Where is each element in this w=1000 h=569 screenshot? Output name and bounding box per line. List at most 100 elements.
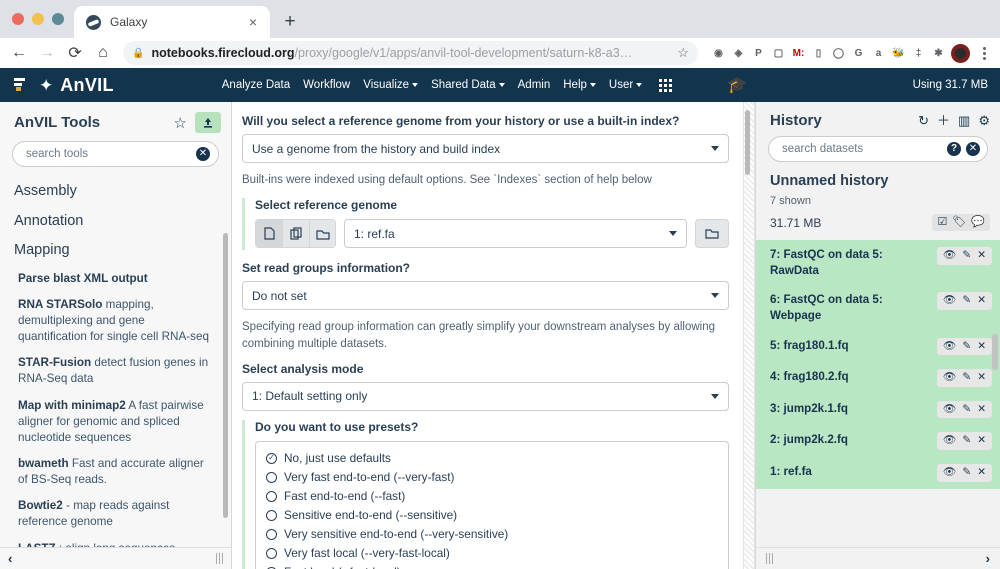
preset-option[interactable]: Very sensitive end-to-end (--very-sensit… bbox=[266, 525, 718, 544]
search-tools-input[interactable] bbox=[26, 148, 196, 160]
puzzle-ext-icon[interactable]: ✱ bbox=[929, 44, 948, 63]
multiple-datasets-icon[interactable] bbox=[282, 219, 309, 249]
tool-item[interactable]: STAR-Fusion detect fusion genes in RNA-S… bbox=[0, 350, 231, 392]
edit-icon[interactable]: ✎ bbox=[962, 434, 971, 448]
resize-grip[interactable] bbox=[766, 553, 773, 564]
reference-genome-select[interactable]: 1: ref.fa bbox=[344, 219, 687, 249]
globe-ext-icon[interactable]: ◉ bbox=[709, 44, 728, 63]
tool-panel-scrollbar[interactable] bbox=[223, 233, 228, 518]
bookmark-star-icon[interactable]: ☆ bbox=[677, 45, 689, 61]
select-items-icon[interactable]: ☑ bbox=[937, 217, 947, 228]
tool-item[interactable]: RNA STARSolo mapping, demultiplexing and… bbox=[0, 292, 231, 350]
pinterest-ext-icon[interactable]: P bbox=[749, 44, 768, 63]
tool-item[interactable]: bwameth Fast and accurate aligner of BS-… bbox=[0, 451, 231, 493]
address-bar[interactable]: 🔒 notebooks.firecloud.org/proxy/google/v… bbox=[123, 41, 698, 65]
drive-ext-icon[interactable]: ◈ bbox=[729, 44, 748, 63]
display-icon[interactable]: 👁 bbox=[943, 371, 956, 385]
search-help-icon[interactable]: ? bbox=[947, 142, 961, 156]
nav-analyze-data[interactable]: Analyze Data bbox=[222, 79, 290, 91]
edit-icon[interactable]: ✎ bbox=[962, 294, 971, 308]
history-item[interactable]: 7: FastQC on data 5: RawData 👁 ✎ ✕ bbox=[756, 240, 1000, 285]
chrome-menu-icon[interactable] bbox=[974, 46, 994, 60]
chat-ext-icon[interactable]: ▯ bbox=[809, 44, 828, 63]
nav-admin[interactable]: Admin bbox=[518, 79, 551, 91]
tool-section-assembly[interactable]: Assembly bbox=[0, 177, 231, 207]
delete-icon[interactable]: ✕ bbox=[977, 434, 986, 448]
tool-section-mapping[interactable]: Mapping bbox=[0, 236, 231, 266]
display-icon[interactable]: 👁 bbox=[943, 403, 956, 417]
preset-option[interactable]: Fast local (--fast-local) bbox=[266, 563, 718, 569]
pocket-ext-icon[interactable]: ▢ bbox=[769, 44, 788, 63]
search-datasets-input[interactable] bbox=[782, 143, 942, 155]
delete-icon[interactable]: ✕ bbox=[977, 340, 986, 354]
tool-item[interactable]: Bowtie2 - map reads against reference ge… bbox=[0, 493, 231, 535]
display-icon[interactable]: 👁 bbox=[943, 434, 956, 448]
back-button[interactable]: ← bbox=[6, 40, 32, 66]
maximize-window-button[interactable] bbox=[52, 13, 64, 25]
preset-option[interactable]: ✓ No, just use defaults bbox=[266, 449, 718, 468]
amazon-ext-icon[interactable]: a bbox=[869, 44, 888, 63]
favorites-star-icon[interactable]: ☆ bbox=[174, 114, 187, 132]
multiview-icon[interactable]: ▥ bbox=[958, 114, 970, 127]
clear-search-icon[interactable]: ✕ bbox=[966, 142, 980, 156]
nav-shared-data[interactable]: Shared Data bbox=[431, 79, 505, 91]
history-item[interactable]: 1: ref.fa 👁 ✎ ✕ bbox=[756, 457, 1000, 489]
collapse-tool-panel-icon[interactable]: ‹ bbox=[8, 551, 12, 566]
tool-search-box[interactable]: ✕ bbox=[12, 141, 219, 167]
tool-section-annotation[interactable]: Annotation bbox=[0, 207, 231, 237]
browse-datasets-icon[interactable] bbox=[695, 219, 729, 249]
history-item[interactable]: 3: jump2k.1.fq 👁 ✎ ✕ bbox=[756, 394, 1000, 426]
display-icon[interactable]: 👁 bbox=[943, 340, 956, 354]
delete-icon[interactable]: ✕ bbox=[977, 249, 986, 263]
preset-option[interactable]: Sensitive end-to-end (--sensitive) bbox=[266, 506, 718, 525]
edit-icon[interactable]: ✎ bbox=[962, 249, 971, 263]
history-item[interactable]: 6: FastQC on data 5: Webpage 👁 ✎ ✕ bbox=[756, 285, 1000, 330]
history-item[interactable]: 4: frag180.2.fq 👁 ✎ ✕ bbox=[756, 362, 1000, 394]
tool-item[interactable]: Map with minimap2 A fast pairwise aligne… bbox=[0, 393, 231, 451]
anvil-brand[interactable]: ✦ AnVIL bbox=[12, 75, 114, 96]
center-panel-scrollbar[interactable] bbox=[745, 110, 750, 175]
edit-icon[interactable]: ✎ bbox=[962, 466, 971, 480]
history-item[interactable]: 5: frag180.1.fq 👁 ✎ ✕ bbox=[756, 331, 1000, 363]
refresh-icon[interactable]: ↻ bbox=[918, 114, 929, 127]
upload-data-button[interactable] bbox=[195, 112, 221, 133]
preset-option[interactable]: Very fast end-to-end (--very-fast) bbox=[266, 468, 718, 487]
analysis-mode-select[interactable]: 1: Default setting only bbox=[242, 381, 729, 411]
clear-search-icon[interactable]: ✕ bbox=[196, 147, 210, 161]
history-item[interactable]: 2: jump2k.2.fq 👁 ✎ ✕ bbox=[756, 425, 1000, 457]
close-tab-icon[interactable]: × bbox=[244, 13, 262, 31]
reload-button[interactable]: ⟳ bbox=[62, 40, 88, 66]
mailto-ext-icon[interactable]: M: bbox=[789, 44, 808, 63]
annotation-icon[interactable]: 💬 bbox=[971, 217, 985, 228]
delete-icon[interactable]: ✕ bbox=[977, 403, 986, 417]
tool-item[interactable]: Parse blast XML output bbox=[0, 266, 231, 292]
minimize-window-button[interactable] bbox=[32, 13, 44, 25]
apps-grid-icon[interactable] bbox=[659, 78, 673, 92]
edit-icon[interactable]: ✎ bbox=[962, 340, 971, 354]
expand-history-icon[interactable]: › bbox=[986, 551, 990, 566]
delete-icon[interactable]: ✕ bbox=[977, 371, 986, 385]
home-button[interactable]: ⌂ bbox=[90, 40, 116, 66]
display-icon[interactable]: 👁 bbox=[943, 249, 956, 263]
nav-workflow[interactable]: Workflow bbox=[303, 79, 350, 91]
forward-button[interactable]: → bbox=[34, 40, 60, 66]
display-icon[interactable]: 👁 bbox=[943, 294, 956, 308]
preset-option[interactable]: Very fast local (--very-fast-local) bbox=[266, 544, 718, 563]
slack-ext-icon[interactable]: ‡ bbox=[909, 44, 928, 63]
create-history-icon[interactable]: ＋ bbox=[937, 114, 950, 127]
delete-icon[interactable]: ✕ bbox=[977, 294, 986, 308]
nav-user[interactable]: User bbox=[609, 79, 643, 91]
tool-item[interactable]: LASTZ : align long sequences bbox=[0, 536, 231, 547]
window-controls[interactable] bbox=[8, 0, 74, 38]
single-dataset-icon[interactable] bbox=[255, 219, 282, 249]
tags-icon[interactable]: 🏷 bbox=[952, 217, 966, 228]
new-tab-button[interactable]: + bbox=[276, 8, 304, 36]
read-groups-select[interactable]: Do not set bbox=[242, 281, 729, 311]
history-search-box[interactable]: ? ✕ bbox=[768, 136, 988, 162]
nav-help[interactable]: Help bbox=[563, 79, 596, 91]
resize-grip[interactable] bbox=[216, 553, 223, 564]
edit-icon[interactable]: ✎ bbox=[962, 403, 971, 417]
profile-avatar[interactable] bbox=[951, 43, 970, 63]
browser-tab[interactable]: Galaxy × bbox=[74, 6, 270, 38]
nav-visualize[interactable]: Visualize bbox=[363, 79, 419, 91]
